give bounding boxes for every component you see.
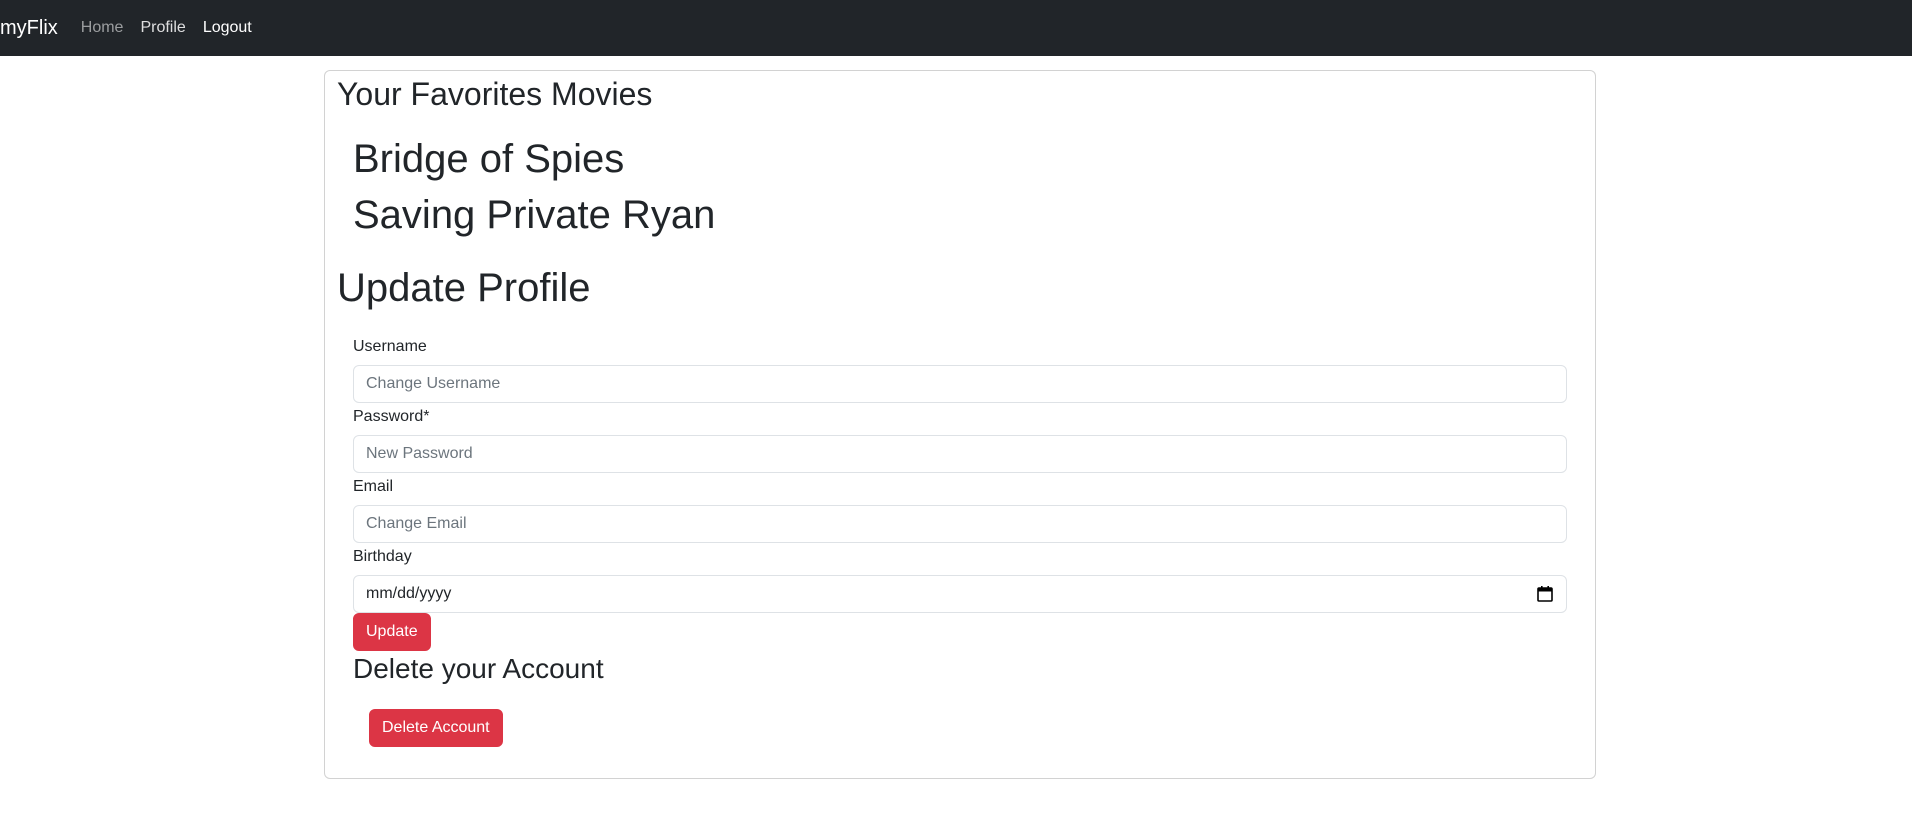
password-input[interactable] — [353, 435, 1567, 473]
password-label: Password* — [353, 408, 430, 425]
username-label: Username — [353, 338, 427, 355]
favorites-heading: Your Favorites Movies — [337, 76, 653, 112]
navbar: myFlix Home Profile Logout — [0, 0, 1912, 56]
profile-card: Your Favorites Movies Bridge of Spies Sa… — [324, 70, 1596, 779]
birthday-date-input[interactable]: mm/dd/yyyy — [353, 575, 1567, 613]
email-input[interactable] — [353, 505, 1567, 543]
username-input[interactable] — [353, 365, 1567, 403]
birthday-label: Birthday — [353, 548, 412, 565]
update-profile-heading: Update Profile — [337, 266, 591, 310]
update-button[interactable]: Update — [353, 613, 431, 651]
birthday-placeholder: mm/dd/yyyy — [366, 585, 452, 602]
favorite-movie-title[interactable]: Bridge of Spies — [353, 135, 624, 183]
nav-link-profile[interactable]: Profile — [140, 19, 185, 37]
calendar-icon[interactable] — [1536, 585, 1554, 603]
nav-link-logout[interactable]: Logout — [203, 19, 252, 37]
delete-account-button[interactable]: Delete Account — [369, 709, 503, 747]
nav-link-home[interactable]: Home — [81, 19, 124, 37]
email-label: Email — [353, 478, 394, 495]
delete-account-heading: Delete your Account — [353, 653, 604, 684]
brand-logo[interactable]: myFlix — [0, 17, 58, 40]
favorite-movie-title[interactable]: Saving Private Ryan — [353, 191, 715, 239]
